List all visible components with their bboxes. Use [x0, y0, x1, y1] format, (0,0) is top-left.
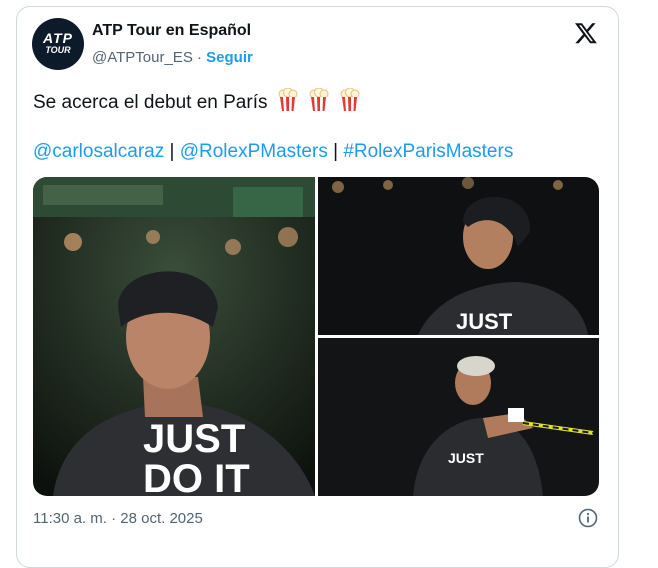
author-name[interactable]: ATP Tour en Español: [92, 22, 251, 40]
shirt-text: JUST: [456, 309, 513, 334]
avatar[interactable]: ATP TOUR: [32, 18, 84, 70]
photo-1[interactable]: JUST DO IT: [33, 177, 315, 496]
mention-link[interactable]: @carlosalcaraz: [33, 141, 164, 162]
shirt-text-2: DO IT: [143, 457, 250, 496]
separator-dot: ·: [197, 49, 202, 66]
follow-button[interactable]: Seguir: [206, 49, 253, 66]
x-logo-icon[interactable]: [573, 21, 599, 45]
photo-2[interactable]: JUST: [318, 177, 599, 335]
shirt-text: JUST: [448, 450, 484, 466]
mention-link[interactable]: @RolexPMasters: [180, 141, 328, 162]
popcorn-icon: [340, 88, 360, 111]
hashtag-link[interactable]: #RolexParisMasters: [343, 141, 513, 162]
mention-separator: |: [333, 141, 339, 162]
author-handle[interactable]: @ATPTour_ES: [92, 49, 193, 66]
timestamp[interactable]: 11:30 a. m. · 28 oct. 2025: [33, 510, 203, 527]
photo-1-image: JUST DO IT: [33, 177, 315, 496]
shirt-text: JUST: [143, 417, 245, 461]
tweet-text: Se acerca el debut en París: [33, 88, 361, 114]
photo-3[interactable]: JUST: [318, 338, 599, 496]
mention-separator: |: [169, 141, 175, 162]
photo-2-image: JUST: [318, 177, 599, 335]
media-grid: JUST DO IT JUST JUST: [33, 177, 599, 496]
popcorn-icon: [309, 88, 329, 111]
info-icon[interactable]: [578, 508, 598, 528]
avatar-logo: ATP TOUR: [43, 30, 73, 55]
author-handle-row: @ATPTour_ES · Seguir: [92, 49, 253, 66]
popcorn-icon: [278, 88, 298, 111]
photo-3-image: JUST: [318, 338, 599, 496]
tweet-body: Se acerca el debut en París: [33, 92, 268, 113]
tweet-mentions: @carlosalcaraz | @RolexPMasters | #Rolex…: [33, 141, 513, 163]
